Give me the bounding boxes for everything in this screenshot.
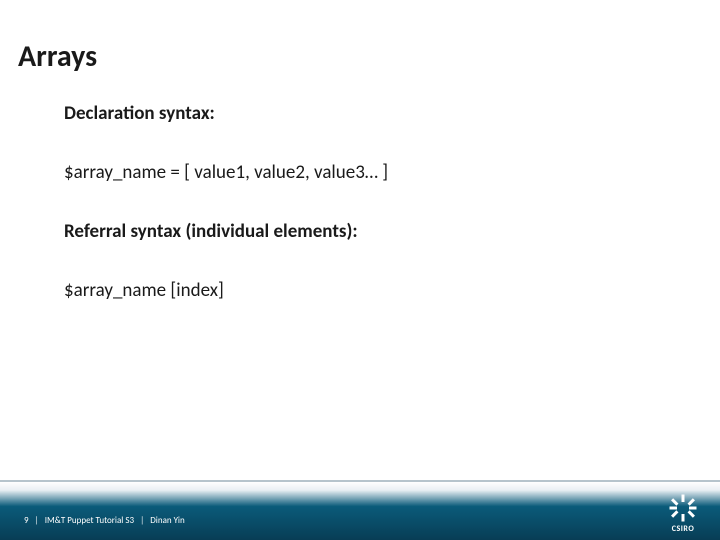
slide-title: Arrays	[18, 38, 97, 75]
footer-sep: |	[35, 515, 39, 526]
footer-text: 9 | IM&T Puppet Tutorial S3 | Dinan Yin	[24, 515, 185, 526]
doc-title: IM&T Puppet Tutorial S3	[45, 515, 134, 526]
author: Dinan Yin	[150, 515, 184, 526]
slide-content: Declaration syntax: $array_name = [ valu…	[64, 102, 680, 338]
footer-background	[0, 482, 720, 540]
declaration-heading: Declaration syntax:	[64, 102, 680, 125]
declaration-code: $array_name = [ value1, value2, value3… …	[64, 161, 680, 184]
page-number: 9	[24, 515, 29, 526]
referral-code: $array_name [index]	[64, 279, 680, 302]
slide: Arrays Declaration syntax: $array_name =…	[0, 0, 720, 540]
logo-label: CSIRO	[672, 524, 694, 534]
footer: 9 | IM&T Puppet Tutorial S3 | Dinan Yin	[0, 476, 720, 540]
logo: CSIRO	[668, 493, 698, 534]
csiro-logo-icon	[668, 493, 698, 523]
footer-sep: |	[140, 515, 144, 526]
referral-heading: Referral syntax (individual elements):	[64, 220, 680, 243]
